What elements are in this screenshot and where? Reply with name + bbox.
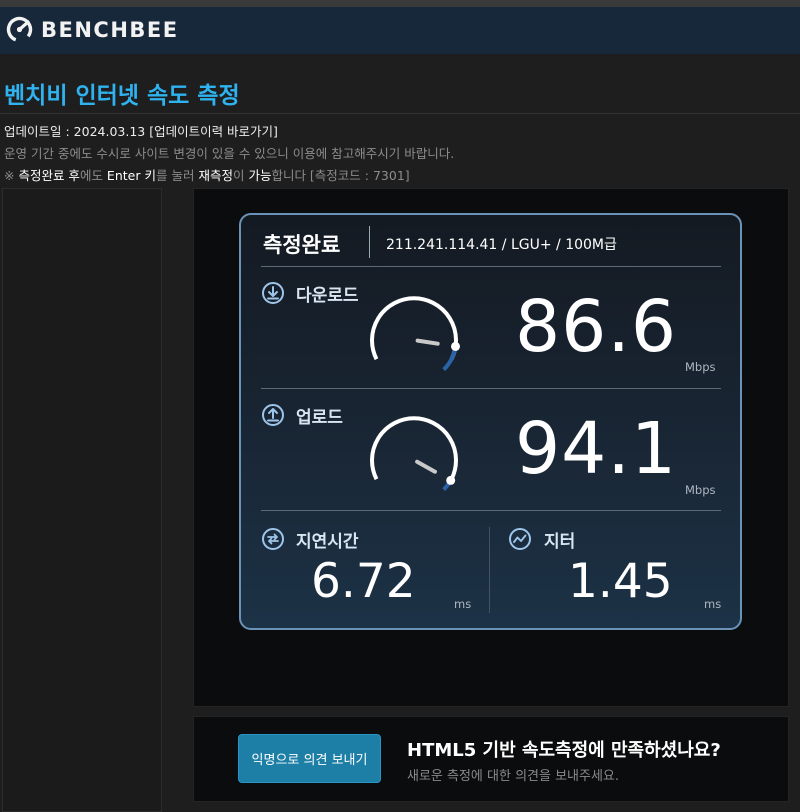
- latency-swap-icon: [262, 528, 284, 550]
- tip-mark: ※: [4, 168, 19, 183]
- notice-text: 운영 기간 중에도 수시로 사이트 변경이 있을 수 있으니 이용에 참고해주시…: [4, 146, 455, 161]
- tip-text-2: 에도: [79, 168, 107, 183]
- connection-info: 211.241.114.41 / LGU+ / 100M급: [386, 237, 617, 253]
- latency-value: 6.72: [311, 554, 416, 609]
- send-feedback-button[interactable]: 익명으로 의견 보내기: [238, 734, 381, 783]
- tip-bold-1: 측정완료 후: [18, 168, 80, 183]
- jitter-unit: ms: [704, 597, 722, 611]
- tip-text-10: 합니다 [측정코드 : 7301]: [271, 168, 410, 183]
- download-gauge-needle: [415, 338, 440, 346]
- upload-label: 업로드: [296, 408, 343, 428]
- retest-tip: ※ 측정완료 후에도 Enter 키를 눌러 재측정이 가능합니다 [측정코드 …: [4, 165, 410, 184]
- upload-value: 94.1: [515, 407, 678, 490]
- tip-bold-7: 재측정: [198, 168, 233, 183]
- feedback-subtext: 새로운 측정에 대한 의견을 보내주세요.: [407, 769, 620, 784]
- feedback-question: HTML5 기반 속도측정에 만족하셨나요?: [407, 740, 721, 761]
- jitter-label: 지터: [544, 532, 576, 552]
- upload-gauge-tip: [446, 475, 456, 485]
- status-label: 측정완료: [263, 233, 341, 257]
- tip-bold-9: 가능: [248, 168, 272, 183]
- brand-name: BENCHBEE: [41, 17, 179, 42]
- download-label: 다운로드: [296, 286, 359, 306]
- divider-upload: [261, 510, 721, 511]
- tip-bold-5: 키: [144, 168, 156, 183]
- divider-download: [261, 388, 721, 389]
- title-divider: [0, 113, 800, 114]
- tip-text-8: 이: [232, 168, 249, 183]
- jitter-value: 1.45: [568, 554, 673, 609]
- jitter-wave-icon: [509, 528, 531, 550]
- download-gauge-track: [370, 296, 458, 361]
- download-gauge-tip: [451, 341, 460, 351]
- status-divider: [369, 226, 370, 258]
- result-card: 측정완료 211.241.114.41 / LGU+ / 100M급 다운로드 …: [239, 213, 742, 630]
- update-info[interactable]: 업데이트일 : 2024.03.13 [업데이트이력 바로가기]: [4, 121, 278, 140]
- latency-unit: ms: [454, 597, 472, 611]
- speedometer-logo-icon: [6, 16, 33, 43]
- enter-key-label: Enter: [106, 168, 141, 183]
- page-title: 벤치비 인터넷 속도 측정: [4, 83, 240, 109]
- latency-label: 지연시간: [296, 532, 359, 552]
- upload-gauge-needle: [415, 459, 437, 474]
- left-side-panel: [2, 188, 162, 812]
- upload-icon: [262, 404, 284, 426]
- tip-text-6: 를 눌러: [155, 168, 199, 183]
- download-value: 86.6: [515, 285, 678, 368]
- logo[interactable]: BENCHBEE: [6, 16, 179, 43]
- site-header: BENCHBEE: [0, 7, 800, 54]
- download-icon: [262, 282, 284, 304]
- top-strip: [0, 0, 800, 7]
- download-gauge: [370, 296, 460, 371]
- upload-unit: Mbps: [685, 483, 716, 497]
- upload-gauge: [370, 416, 458, 491]
- download-unit: Mbps: [685, 360, 716, 374]
- divider-top: [261, 266, 721, 267]
- stats-divider: [489, 527, 490, 613]
- upload-gauge-track: [370, 416, 458, 481]
